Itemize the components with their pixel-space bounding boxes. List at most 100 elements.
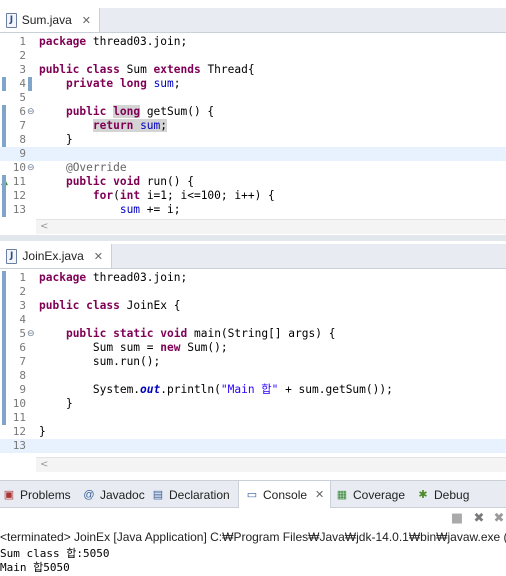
code-token: sum (153, 77, 174, 90)
code-token: return (92, 119, 134, 132)
console-status: <terminated> JoinEx [Java Application] C… (0, 530, 506, 544)
code-line: 3 public class JoinEx { (0, 299, 506, 313)
tab-label: Problems (20, 487, 71, 502)
remove-launch-icon[interactable]: ✖ (472, 512, 486, 526)
code-token: public (39, 299, 80, 312)
javadoc-icon: @ (83, 488, 95, 501)
console-output-line: Main 합5050 (0, 561, 70, 574)
code-token: JoinEx { (119, 299, 181, 312)
tab-sum-java[interactable]: J Sum.java ✕ (0, 8, 100, 32)
code-line: 7 return sum; (0, 119, 506, 133)
line-number: 2 (19, 49, 26, 62)
code-token: Sum (119, 63, 154, 76)
tab-label: Sum.java (21, 13, 72, 27)
code-token: class (86, 63, 120, 76)
code-line: 11 (0, 411, 506, 425)
tab-joinex-java[interactable]: J JoinEx.java ✕ (0, 244, 112, 268)
code-token: new (160, 341, 181, 354)
tab-coverage[interactable]: ▦ Coverage (335, 481, 405, 508)
code-token: i=1; i<=100; i++) { (140, 189, 275, 202)
code-token: .println( (160, 383, 221, 396)
code-token: run() { (140, 175, 194, 188)
terminate-icon[interactable]: ■ (450, 512, 464, 526)
tab-label: Console (263, 487, 308, 502)
code-token: ( (113, 189, 120, 202)
declaration-icon: ▤ (152, 488, 164, 501)
editor-sum-java[interactable]: 1 package thread03.join; 2 3 public clas… (0, 33, 506, 235)
tab-problems[interactable]: ▣ Problems (2, 481, 71, 508)
code-line: 2 (0, 49, 506, 63)
tab-console[interactable]: ▭ Console ✕ (238, 481, 332, 508)
code-token: main(String[] args) { (187, 327, 336, 340)
code-token: public (39, 63, 80, 76)
fold-collapse-icon[interactable]: ⊖ (27, 106, 35, 118)
code-token: getSum() { (140, 105, 215, 118)
code-token: } (65, 133, 73, 146)
fold-collapse-icon[interactable]: ⊖ (27, 162, 35, 174)
remove-all-terminated-icon[interactable]: ✖ (492, 512, 506, 526)
code-token: sum (140, 119, 161, 132)
code-line: 2 (0, 285, 506, 299)
scroll-left-icon[interactable]: < (40, 220, 48, 234)
code-token: for (92, 189, 114, 202)
horizontal-scrollbar[interactable]: < (36, 457, 506, 472)
code-line: 4 private long sum; (0, 77, 506, 91)
java-file-icon: J (6, 248, 18, 264)
code-token: Thread{ (200, 63, 255, 76)
code-token: extends (153, 63, 201, 76)
change-marker (2, 175, 6, 217)
close-icon[interactable]: ✕ (315, 488, 324, 501)
code-token: @Override (65, 161, 127, 174)
code-token: long (119, 77, 147, 90)
fold-collapse-icon[interactable]: ⊖ (27, 328, 35, 340)
java-file-icon: J (6, 12, 17, 28)
code-line: 13 sum += i; (0, 203, 506, 217)
code-line: 4 (0, 313, 506, 327)
code-line: 6 ⊖ public long getSum() { (0, 105, 506, 119)
editor-tabbar-sum: J Sum.java ✕ (0, 8, 506, 33)
debug-icon: ✱ (418, 488, 428, 501)
current-line: 9 (0, 147, 506, 161)
editor-tabbar-joinex: J JoinEx.java ✕ (0, 244, 506, 269)
code-line: 5 ⊖ public static void main(String[] arg… (0, 327, 506, 341)
code-line: 10 ⊖ @Override (0, 161, 506, 175)
code-token: ; (160, 119, 168, 132)
line-number: 10 (12, 161, 26, 174)
pane-separator[interactable] (0, 235, 506, 241)
code-line: 8 } (0, 133, 506, 147)
change-marker (28, 77, 32, 91)
views-tabbar: ▣ Problems @ Javadoc ▤ Declaration ▭ Con… (0, 480, 506, 508)
code-token: } (65, 397, 73, 410)
code-token: ; (173, 77, 181, 90)
code-token: Sum(); (180, 341, 228, 354)
line-number: 3 (19, 63, 26, 76)
close-icon[interactable]: ✕ (94, 250, 103, 263)
current-line: 13 (0, 439, 506, 453)
code-line: 5 (0, 91, 506, 105)
line-number: 13 (12, 439, 26, 452)
code-token: long (113, 105, 141, 118)
code-line: 10 } (0, 397, 506, 411)
editor-joinex-java[interactable]: 1 package thread03.join; 2 3 public clas… (0, 269, 506, 473)
line-number: 9 (19, 147, 26, 160)
horizontal-scrollbar[interactable]: < (36, 219, 506, 234)
code-token: sum.run(); (92, 355, 161, 368)
code-line: 7 sum.run(); (0, 355, 506, 369)
code-token: public (65, 327, 107, 340)
code-token: private (65, 77, 114, 90)
code-token: package (39, 35, 87, 48)
scroll-left-icon[interactable]: < (40, 458, 48, 472)
code-token: } (39, 425, 46, 438)
tab-label: JoinEx.java (22, 249, 84, 263)
code-line: 8 (0, 369, 506, 383)
code-token: class (86, 299, 120, 312)
code-token: Sum sum = (92, 341, 161, 354)
code-token: "Main 합" (220, 383, 279, 396)
change-marker (2, 77, 6, 91)
code-line: 1 package thread03.join; (0, 271, 506, 285)
tab-javadoc[interactable]: @ Javadoc (82, 481, 144, 508)
close-icon[interactable]: ✕ (82, 14, 91, 27)
tab-debug[interactable]: ✱ Debug (416, 481, 469, 508)
code-token: System. (92, 383, 141, 396)
tab-declaration[interactable]: ▤ Declaration (151, 481, 230, 508)
